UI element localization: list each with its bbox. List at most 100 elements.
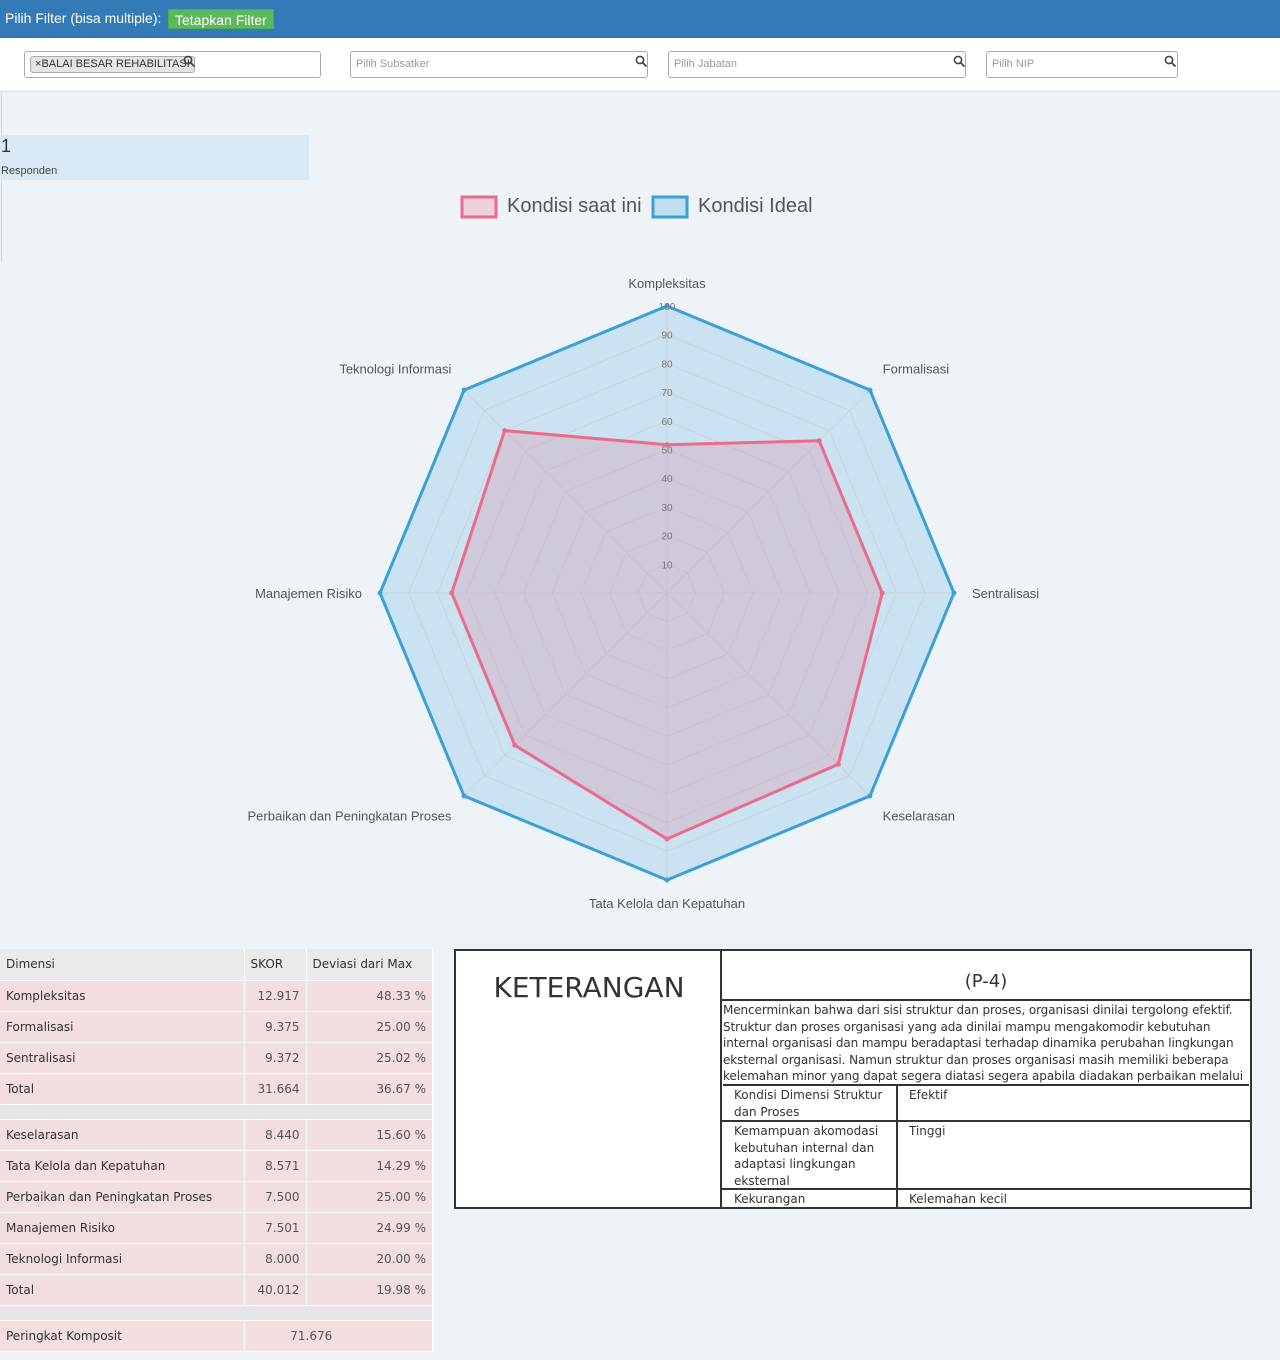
score-table: Dimensi SKOR Deviasi dari Max Kompleksit… — [0, 949, 433, 1352]
deviation-cell: 20.00 % — [306, 1243, 433, 1275]
subsatker-select[interactable]: Pilih Subsatker — [350, 51, 648, 78]
axis-label: Tata Kelola dan Kepatuhan — [589, 896, 745, 911]
tick-label: 50 — [661, 446, 673, 457]
tick-label: 70 — [661, 388, 673, 399]
score-cell: 31.664 — [244, 1073, 307, 1105]
score-cell: 8.440 — [244, 1119, 307, 1151]
radar-chart: 10 20 30 40 50 60 70 80 90 100 Kompleksitas Formali… — [248, 195, 1040, 911]
jabatan-select[interactable]: Pilih Jabatan — [668, 51, 966, 78]
keterangan-row: Kondisi Dimensi Struktur dan Proses Efek… — [722, 1086, 1250, 1122]
score-cell: 40.012 — [244, 1274, 307, 1306]
nip-select[interactable]: Pilih NIP — [986, 51, 1178, 78]
nip-placeholder: Pilih NIP — [992, 58, 1035, 70]
keterangan-title: KETERANGAN — [493, 971, 685, 1004]
data-point-ideal — [867, 793, 873, 799]
data-point-current — [502, 428, 508, 434]
table-row: Keselarasan 8.440 15.60 % — [0, 1119, 433, 1151]
deviation-cell: 48.33 % — [306, 980, 433, 1012]
dimension-cell: Teknologi Informasi — [0, 1243, 245, 1275]
dimension-cell: Tata Kelola dan Kepatuhan — [0, 1150, 245, 1182]
legend-label: Kondisi saat ini — [507, 195, 642, 217]
unit-select[interactable]: ×BALAI BESAR REHABILITASI — [24, 51, 321, 78]
dimension-cell: Total — [0, 1073, 245, 1105]
deviation-cell: 15.60 % — [306, 1119, 433, 1151]
table-row: Kompleksitas 12.917 48.33 % — [0, 980, 433, 1012]
header-deviasi: Deviasi dari Max — [306, 949, 433, 981]
dimension-cell: Sentralisasi — [0, 1042, 245, 1074]
dimension-cell: Keselarasan — [0, 1119, 245, 1151]
search-icon — [953, 55, 966, 68]
data-point-ideal — [377, 590, 383, 596]
data-point-ideal — [461, 387, 467, 393]
deviation-cell: 25.00 % — [306, 1011, 433, 1043]
axis-label: Kompleksitas — [628, 276, 706, 291]
score-cell: 7.500 — [244, 1181, 307, 1213]
keterangan-detail: (P-4) Mencerminkan bahwa dari sisi struk… — [722, 951, 1250, 1209]
selected-unit-chip[interactable]: ×BALAI BESAR REHABILITASI — [30, 56, 195, 73]
respondent-box: 1 Responden — [0, 135, 309, 180]
deviation-cell: 19.98 % — [306, 1274, 433, 1306]
apply-filter-button[interactable]: Tetapkan Filter — [168, 9, 274, 29]
dimension-cell: Perbaikan dan Peningkatan Proses — [0, 1181, 245, 1213]
deviation-cell: 25.00 % — [306, 1181, 433, 1213]
tick-label: 100 — [659, 302, 676, 313]
table-header-row: Dimensi SKOR Deviasi dari Max — [0, 949, 433, 981]
keterangan-row: Kemampuan akomodasi kebutuhan internal d… — [722, 1122, 1250, 1190]
cell-divider — [896, 1122, 898, 1188]
legend-swatch — [460, 195, 498, 219]
cell-divider — [896, 1086, 898, 1120]
axis-label: Sentralisasi — [972, 586, 1039, 601]
keterangan-key: Kekurangan — [734, 1192, 806, 1206]
deviation-cell: 14.29 % — [306, 1150, 433, 1182]
tick-label: 80 — [661, 359, 673, 370]
keterangan-description: Mencerminkan bahwa dari sisi struktur da… — [723, 1002, 1249, 1086]
table-spacer-row — [0, 1104, 433, 1120]
respondent-label: Responden — [1, 165, 58, 177]
table-row: Total 40.012 19.98 % — [0, 1274, 433, 1306]
table-spacer-row — [0, 1305, 433, 1321]
filter-header-bar: Pilih Filter (bisa multiple): Tetapkan F… — [0, 0, 1280, 38]
data-point-current — [879, 590, 885, 596]
axis-label: Formalisasi — [883, 361, 950, 376]
search-icon — [183, 55, 196, 68]
deviation-cell: 24.99 % — [306, 1212, 433, 1244]
keterangan-panel: KETERANGAN (P-4) Mencerminkan bahwa dari… — [454, 949, 1252, 1209]
cell-divider — [896, 1190, 898, 1209]
tick-label: 20 — [661, 532, 673, 543]
filter-bar: ×BALAI BESAR REHABILITASI Pilih Subsatke… — [0, 38, 1280, 92]
keterangan-key: Kemampuan akomodasi kebutuhan internal d… — [734, 1124, 879, 1188]
tick-label: 60 — [661, 417, 673, 428]
legend-label: Kondisi Ideal — [698, 195, 813, 217]
score-cell: 8.000 — [244, 1243, 307, 1275]
subsatker-placeholder: Pilih Subsatker — [356, 58, 430, 70]
tick-label: 40 — [661, 474, 673, 485]
deviation-cell: 36.67 % — [306, 1073, 433, 1105]
data-point-ideal — [461, 793, 467, 799]
data-point-ideal — [664, 877, 670, 883]
axis-label: Perbaikan dan Peningkatan Proses — [248, 809, 452, 824]
table-row: Sentralisasi 9.372 25.02 % — [0, 1042, 433, 1074]
score-cell: 9.375 — [244, 1011, 307, 1043]
dimension-cell: Kompleksitas — [0, 980, 245, 1012]
dimension-cell: Manajemen Risiko — [0, 1212, 245, 1244]
keterangan-row: Kekurangan Kelemahan kecil — [722, 1190, 1250, 1209]
data-point-current — [664, 836, 670, 842]
keterangan-value: Kelemahan kecil — [909, 1192, 1007, 1206]
axis-label: Teknologi Informasi — [339, 361, 451, 376]
score-cell: 12.917 — [244, 980, 307, 1012]
data-point-current — [835, 761, 841, 767]
tick-label: 30 — [661, 503, 673, 514]
chip-label: BALAI BESAR REHABILITASI — [41, 58, 190, 70]
data-point-ideal — [951, 590, 957, 596]
spacer-cell — [0, 1305, 433, 1321]
keterangan-key: Kondisi Dimensi Struktur dan Proses — [734, 1088, 883, 1119]
score-cell: 9.372 — [244, 1042, 307, 1074]
spacer-cell — [0, 1104, 433, 1120]
table-row: Tata Kelola dan Kepatuhan 8.571 14.29 % — [0, 1150, 433, 1182]
data-point-current — [512, 742, 518, 748]
header-skor: SKOR — [244, 949, 307, 981]
score-cell: 8.571 — [244, 1150, 307, 1182]
data-point-ideal — [867, 387, 873, 393]
data-point-current — [816, 438, 822, 444]
jabatan-placeholder: Pilih Jabatan — [674, 58, 737, 70]
